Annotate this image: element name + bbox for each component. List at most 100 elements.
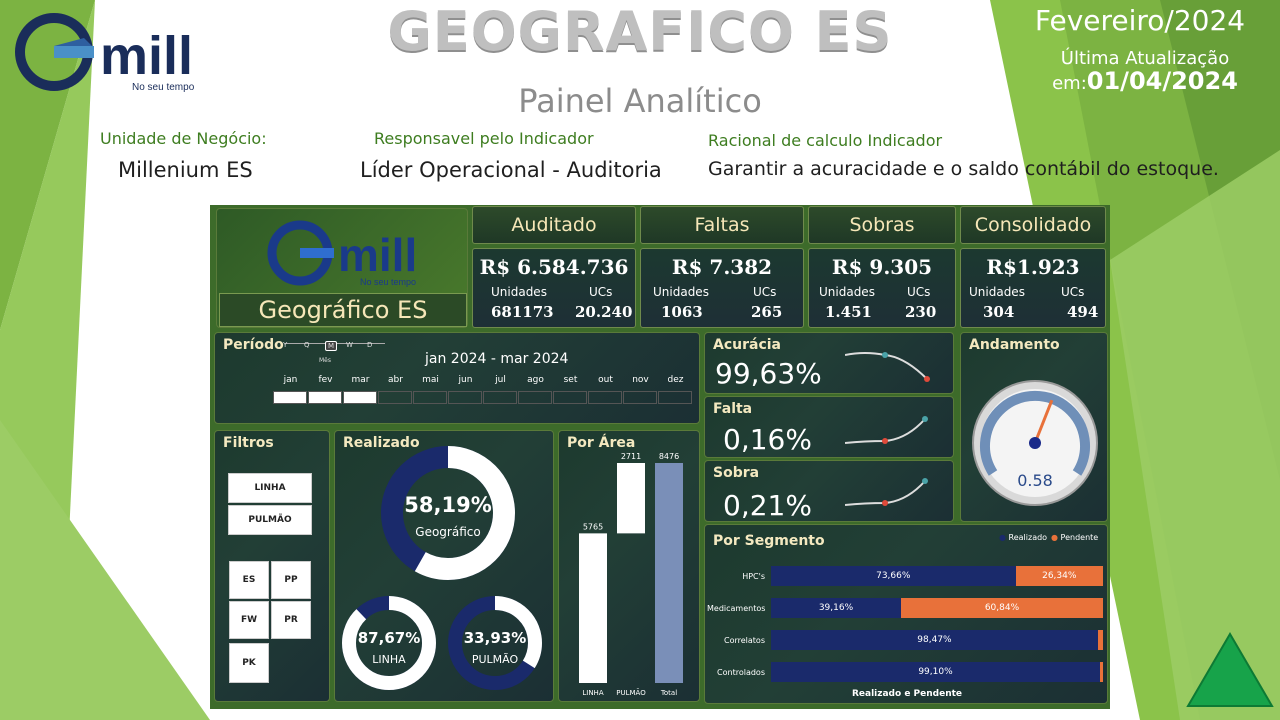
kpi-sobras-card: R$ 9.305 Unidades UCs 1.451 230 (808, 248, 956, 328)
period-title: Período (223, 337, 284, 353)
filter-pulmao-button[interactable]: PULMÃO (228, 505, 312, 535)
month-cell[interactable] (483, 391, 517, 404)
filters-title: Filtros (223, 435, 274, 451)
filter-pk-button[interactable]: PK (229, 643, 269, 683)
falta-value: 0,16% (723, 423, 812, 456)
segment-realizado-bar: 39,16% (771, 598, 901, 618)
company-logo: mill No seu tempo (15, 13, 195, 93)
dashboard-brand-title: Geográfico ES (219, 293, 467, 327)
area-category-label: LINHA (582, 689, 603, 697)
month-cell[interactable] (623, 391, 657, 404)
business-unit-label: Unidade de Negócio: (100, 129, 267, 148)
filter-pp-button[interactable]: PP (271, 561, 311, 599)
sobra-title: Sobra (713, 465, 760, 481)
kpi-auditado-units-value: 681173 (491, 303, 554, 321)
month-cell[interactable] (273, 391, 307, 404)
segment-label: Correlatos (724, 636, 765, 645)
kpi-sobras-units-value: 1.451 (825, 303, 872, 321)
last-update-line: em:01/04/2024 (1040, 69, 1250, 95)
granularity-option-y[interactable]: Y (283, 341, 287, 349)
segment-pendente-bar: 26,34% (1015, 566, 1103, 586)
segment-realizado-bar: 98,47% (771, 630, 1098, 650)
segment-pendente-bar (1097, 630, 1103, 650)
month-label: jul (495, 375, 506, 385)
kpi-consolidado-title: Consolidado (960, 206, 1106, 244)
por-segmento-chart: HPC's 73,66% 26,34% Medicamentos 39,16% 60,84… (705, 525, 1109, 685)
acuracia-sparkline (845, 352, 930, 382)
month-cell[interactable] (553, 391, 587, 404)
kpi-consolidado-units-value: 304 (983, 303, 1015, 321)
trend-up-icon (1186, 632, 1274, 707)
month-cell[interactable] (308, 391, 342, 404)
falta-card: Falta 0,16% (704, 396, 954, 458)
month-cell[interactable] (413, 391, 447, 404)
month-label: abr (388, 375, 403, 385)
kpi-auditado-card: R$ 6.584.736 Unidades UCs 681173 20.240 (472, 248, 636, 328)
realizado-linha-value: 87,67% (357, 629, 421, 647)
granularity-option-m[interactable]: M (325, 341, 338, 351)
period-range: jan 2024 - mar 2024 (425, 351, 569, 367)
month-timeline[interactable] (273, 391, 693, 405)
granularity-option-w[interactable]: W (346, 341, 353, 349)
month-label: nov (632, 375, 649, 385)
month-cell[interactable] (518, 391, 552, 404)
granularity-option-q[interactable]: Q (304, 341, 310, 349)
month-labels: jan fev mar abr mai jun jul ago set out nov dez (273, 375, 693, 389)
month-cell[interactable] (378, 391, 412, 404)
month-label: jan (283, 375, 298, 385)
kpi-consolidado-ucs-label: UCs (1061, 285, 1085, 299)
por-segmento-panel: Por Segmento ● Realizado ● Pendente HPC'… (704, 524, 1108, 704)
month-label: ago (527, 375, 544, 385)
month-label: mar (351, 375, 370, 385)
por-area-panel: Por Área 5765 LINHA 2711 PULMÃO 8476 Total (558, 430, 700, 702)
filter-fw-button[interactable]: FW (229, 601, 269, 639)
por-area-chart: 5765 LINHA 2711 PULMÃO 8476 Total (579, 452, 683, 697)
kpi-sobras-units-label: Unidades (819, 285, 875, 299)
realizado-main-label: Geográfico (415, 525, 481, 539)
owner-label: Responsavel pelo Indicador (374, 129, 594, 148)
sobra-sparkline (845, 478, 928, 506)
granularity-option-d[interactable]: D (367, 341, 372, 349)
filter-pr-button[interactable]: PR (271, 601, 311, 639)
kpi-faltas-title: Faltas (640, 206, 804, 244)
svg-text:mill: mill (100, 26, 193, 86)
kpi-faltas-units-value: 1063 (661, 303, 703, 321)
month-label: dez (667, 375, 684, 385)
granularity-selector[interactable]: Y Q MW D (283, 341, 393, 361)
filter-linha-button[interactable]: LINHA (228, 473, 312, 503)
filter-es-button[interactable]: ES (229, 561, 269, 599)
segment-label: Controlados (717, 668, 765, 677)
owner-value: Líder Operacional - Auditoria (360, 158, 662, 182)
svg-text:No seu tempo: No seu tempo (360, 277, 416, 287)
realizado-pulmao-value: 33,93% (463, 629, 527, 647)
kpi-sobras-value: R$ 9.305 (831, 255, 933, 279)
brand-panel: mill No seu tempo Geográfico ES (216, 208, 468, 328)
kpi-consolidado-card: R$1.923 Unidades UCs 304 494 (960, 248, 1106, 328)
kpi-sobras-ucs-label: UCs (907, 285, 931, 299)
last-update-prefix: em: (1052, 73, 1087, 94)
report-month: Fevereiro/2024 (1034, 4, 1246, 37)
realizado-main-value: 58,19% (404, 493, 492, 517)
realizado-panel: Realizado 58,19% Geográfico 87,67% LINHA… (334, 430, 554, 702)
rationale-label: Racional de calculo Indicador (708, 131, 943, 150)
kpi-consolidado-value: R$1.923 (986, 255, 1080, 279)
segment-pendente-bar (1100, 662, 1103, 682)
dashboard-logo: mill No seu tempo (267, 220, 417, 287)
month-label: set (563, 375, 578, 385)
month-cell[interactable] (658, 391, 692, 404)
area-category-label: Total (660, 689, 677, 697)
acuracia-title: Acurácia (713, 337, 781, 353)
acuracia-value: 99,63% (715, 357, 822, 390)
acuracia-card: Acurácia 99,63% (704, 332, 954, 394)
business-unit-value: Millenium ES (118, 158, 253, 182)
kpi-consolidado-ucs-value: 494 (1067, 303, 1099, 321)
kpi-faltas-units-label: Unidades (653, 285, 709, 299)
granularity-caption: Mês (319, 357, 331, 364)
area-category-label: PULMÃO (616, 688, 646, 697)
month-cell[interactable] (343, 391, 377, 404)
area-bar-value: 5765 (583, 522, 603, 531)
month-cell[interactable] (588, 391, 622, 404)
realizado-linha-label: LINHA (372, 653, 406, 666)
kpi-auditado-title: Auditado (472, 206, 636, 244)
month-cell[interactable] (448, 391, 482, 404)
